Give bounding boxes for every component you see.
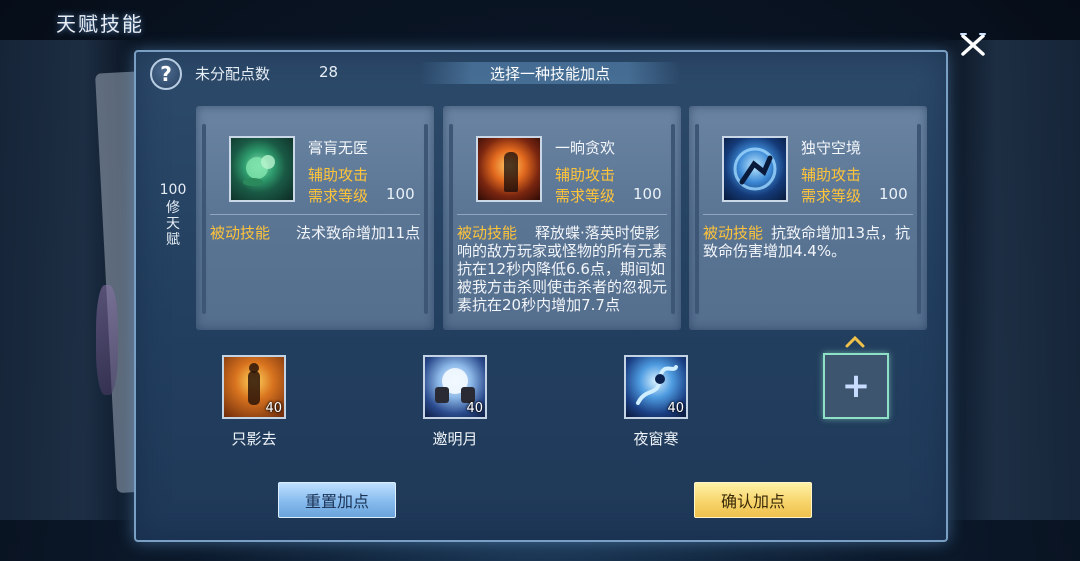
skill-name: 膏肓无医 — [308, 139, 369, 157]
skill-card-1[interactable]: 膏肓无医 辅助攻击 需求等级 100 被动技能 法术致命增加11点 — [196, 106, 434, 330]
skill-name: 独守空境 — [801, 139, 862, 157]
unassigned-points-label: 未分配点数 — [195, 65, 271, 83]
figure-shape — [504, 152, 518, 192]
slot-level: 40 — [466, 401, 483, 416]
background-right — [940, 40, 1080, 520]
card-divider — [210, 214, 420, 215]
skill-name: 一晌贪欢 — [555, 139, 616, 157]
skill-description: 被动技能 抗致命增加13点，抗致命伤害增加4.4%。 — [703, 224, 917, 260]
plus-icon: + — [841, 366, 871, 406]
warrior-silhouette-icon — [476, 136, 542, 202]
close-button[interactable] — [956, 28, 990, 62]
skill-slot-2[interactable]: 40 — [423, 355, 487, 419]
skill-requirement-value: 100 — [879, 185, 908, 203]
window-title: 天赋技能 — [56, 12, 144, 36]
card-divider — [457, 214, 667, 215]
skill-type: 辅助攻击 — [308, 166, 369, 184]
side-level-value: 100 — [159, 182, 187, 198]
healing-gourd-icon — [229, 136, 295, 202]
card-rail-right — [424, 124, 428, 314]
slot-level: 40 — [667, 401, 684, 416]
skill-slot-1[interactable]: 40 — [222, 355, 286, 419]
close-icon — [960, 33, 986, 56]
gourd-graphic — [243, 155, 275, 186]
passive-tag: 被动技能 — [703, 224, 764, 242]
select-title: 选择一种技能加点 — [489, 65, 610, 83]
card-rail-left — [695, 124, 699, 314]
blue-swordsman-icon — [722, 136, 788, 202]
skill-requirement-label: 需求等级 — [308, 187, 369, 205]
slot-level: 40 — [265, 401, 282, 416]
slot-label-3: 夜窗寒 — [633, 430, 679, 448]
chevron-up-icon — [845, 335, 865, 348]
confirm-points-button[interactable]: 确认加点 — [694, 482, 812, 518]
skill-requirement-value: 100 — [386, 185, 415, 203]
ribbon-decor — [96, 285, 118, 395]
passive-tag: 被动技能 — [457, 224, 518, 242]
help-button[interactable]: ? — [150, 58, 182, 90]
unassigned-points-value: 28 — [319, 63, 339, 81]
skill-requirement-value: 100 — [633, 185, 662, 203]
skill-slot-3[interactable]: 40 — [624, 355, 688, 419]
skill-type: 辅助攻击 — [555, 166, 616, 184]
swordsman-graphic — [733, 147, 777, 191]
reset-points-button[interactable]: 重置加点 — [278, 482, 396, 518]
side-level-label: 修天赋 — [166, 200, 180, 248]
skill-type: 辅助攻击 — [801, 166, 862, 184]
skill-effect-text: 法术致命增加11点 — [296, 224, 421, 242]
card-rail-left — [449, 124, 453, 314]
skill-description: 被动技能 法术致命增加11点 — [210, 224, 424, 242]
skill-card-3[interactable]: 独守空境 辅助攻击 需求等级 100 被动技能 抗致命增加13点，抗致命伤害增加4… — [689, 106, 927, 330]
skill-card-2[interactable]: 一晌贪欢 辅助攻击 需求等级 100 被动技能 释放蝶·落英时使影响的敌方玩家或怪… — [443, 106, 681, 330]
slot-label-2: 邀明月 — [432, 430, 478, 448]
card-rail-right — [671, 124, 675, 314]
skill-requirement-label: 需求等级 — [801, 187, 862, 205]
passive-tag: 被动技能 — [210, 224, 271, 242]
card-rail-left — [202, 124, 206, 314]
card-divider — [703, 214, 913, 215]
card-rail-right — [917, 124, 921, 314]
slot-label-1: 只影去 — [231, 430, 277, 448]
add-skill-slot-button[interactable]: + — [823, 353, 889, 419]
skill-description: 被动技能 释放蝶·落英时使影响的敌方玩家或怪物的所有元素抗在12秒内降低6.6点，… — [457, 224, 671, 314]
skill-requirement-label: 需求等级 — [555, 187, 616, 205]
help-icon: ? — [160, 62, 172, 86]
